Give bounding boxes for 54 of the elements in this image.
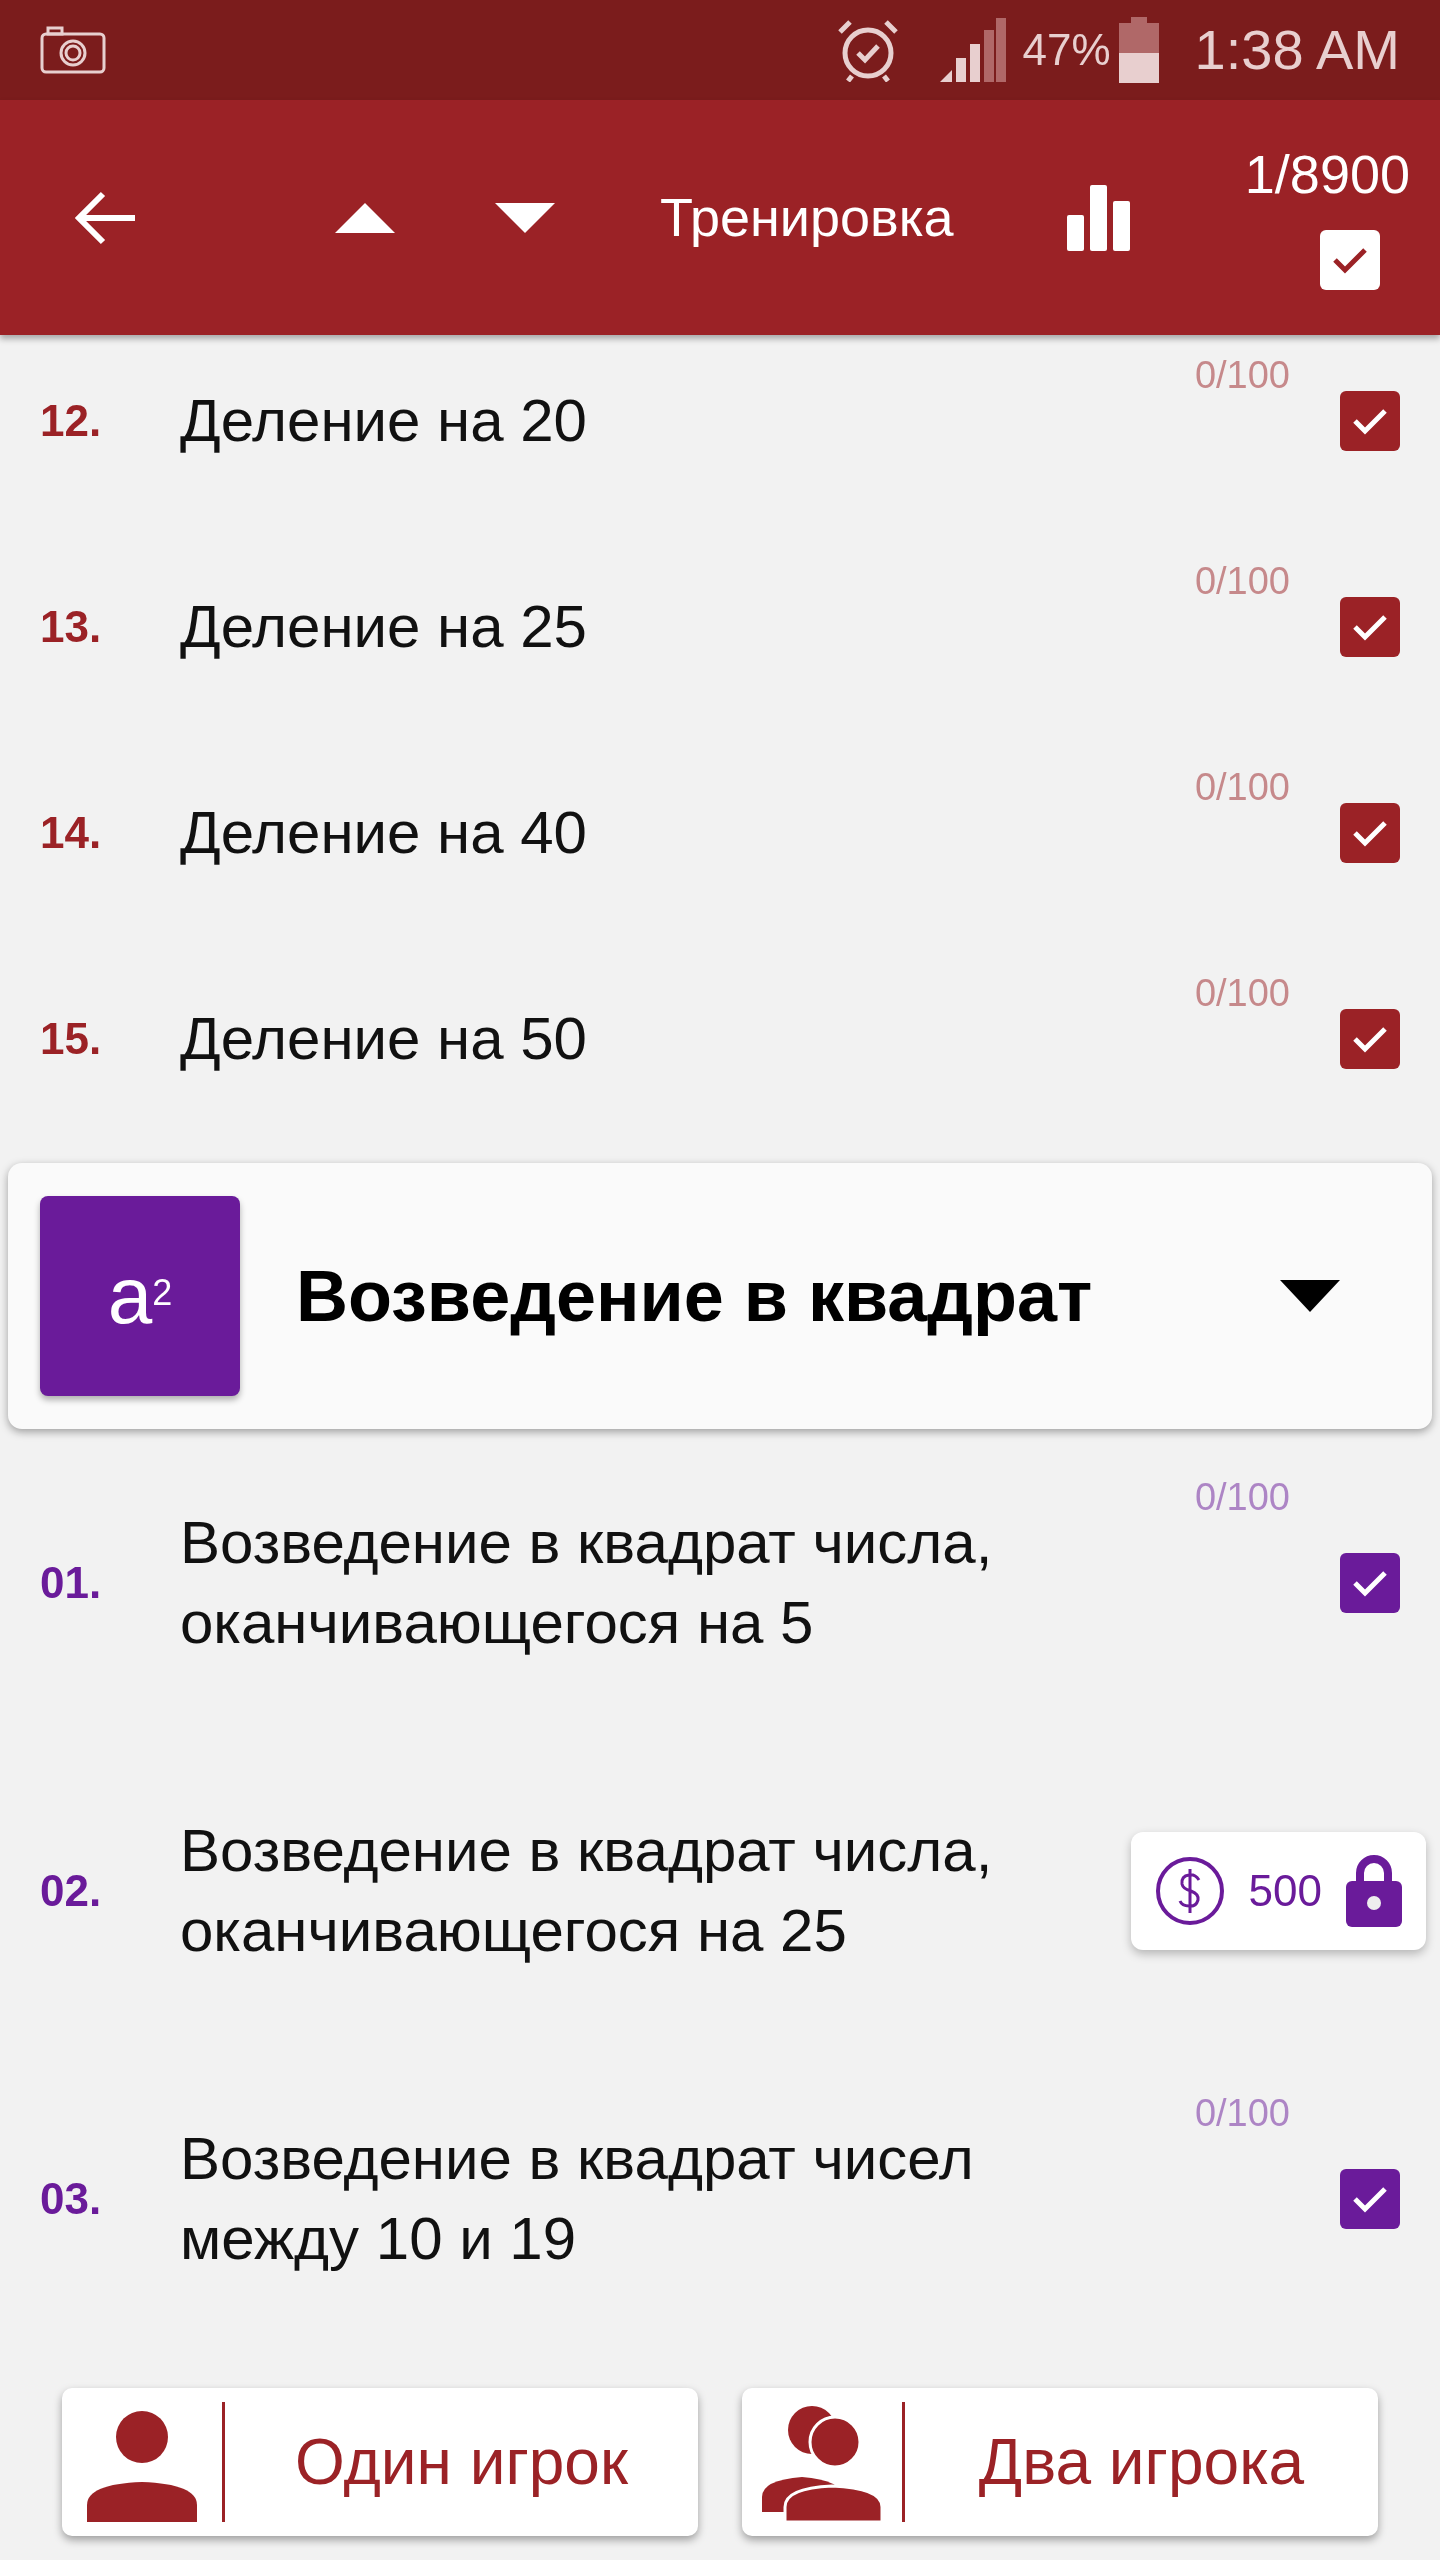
item-title[interactable]: Деление на 50 [180,999,1010,1079]
item-number: 03. [40,2173,103,2225]
toolbar-title: Тренировка [660,186,954,249]
item-number: 01. [40,1557,103,1609]
check-icon [1350,1568,1390,1598]
triangle-up-icon [335,202,395,233]
item-title[interactable]: Деление на 20 [180,381,1010,461]
progress-count: 0/100 [1194,353,1290,397]
section-header[interactable]: a$^{2}$ Возведение в квадрат [8,1163,1432,1429]
price-badge[interactable]: 500 [1130,1832,1426,1950]
checkbox[interactable] [1340,391,1400,451]
check-icon [1350,612,1390,642]
signal-icon [940,18,1007,82]
lock-icon [1346,1855,1402,1927]
coin-icon [1154,1856,1225,1926]
section-icon: a$^{2}$ [40,1196,240,1396]
check-icon [1350,1024,1390,1054]
progress-count: 0/100 [1194,765,1290,809]
check-icon [1350,2184,1390,2214]
player-mode-button[interactable]: Один игрок [62,2388,698,2536]
camera-icon [40,26,106,74]
progress-count: 0/100 [1194,971,1290,1015]
checkbox[interactable] [1340,2169,1400,2229]
back-arrow-icon [73,189,137,246]
checkbox[interactable] [1340,1009,1400,1069]
progress-count: 0/100 [1194,559,1290,603]
item-number: 14. [40,807,103,859]
check-icon [1350,406,1390,436]
battery-icon [1118,17,1159,83]
checkbox[interactable] [1320,229,1380,290]
triangle-down-icon [495,202,555,233]
item-title[interactable]: Возведение в квадрат числа, оканчивающегося на 25 [180,1811,1010,1971]
task-counter: 1/8900 [1244,145,1410,202]
progress-count: 0/100 [1194,1475,1290,1519]
dropdown-caret-icon [1280,1280,1340,1312]
price: 500 [1248,1865,1322,1917]
checkbox[interactable] [1340,803,1400,863]
player-mode-button[interactable]: Два игрока [742,2388,1378,2536]
clock: 1:38 AM [1194,17,1400,83]
item-number: 12. [40,395,103,447]
item-title[interactable]: Возведение в квадрат чисел между 10 и 19 [180,2119,1010,2279]
checkbox[interactable] [1340,1553,1400,1613]
item-title[interactable]: Деление на 40 [180,793,1010,873]
bar-chart-icon [1066,184,1131,251]
progress-count: 0/100 [1194,2091,1290,2135]
item-title[interactable]: Возведение в квадрат числа, оканчивающегося на 5 [180,1503,1010,1663]
item-number: 13. [40,601,103,653]
check-icon [1350,818,1390,848]
checkbox[interactable] [1340,597,1400,657]
item-title[interactable]: Деление на 25 [180,587,1010,667]
section-title: Возведение в квадрат [296,1255,1094,1338]
item-number: 15. [40,1013,103,1065]
item-number: 02. [40,1865,103,1917]
battery-percent: 47% [1022,24,1111,76]
